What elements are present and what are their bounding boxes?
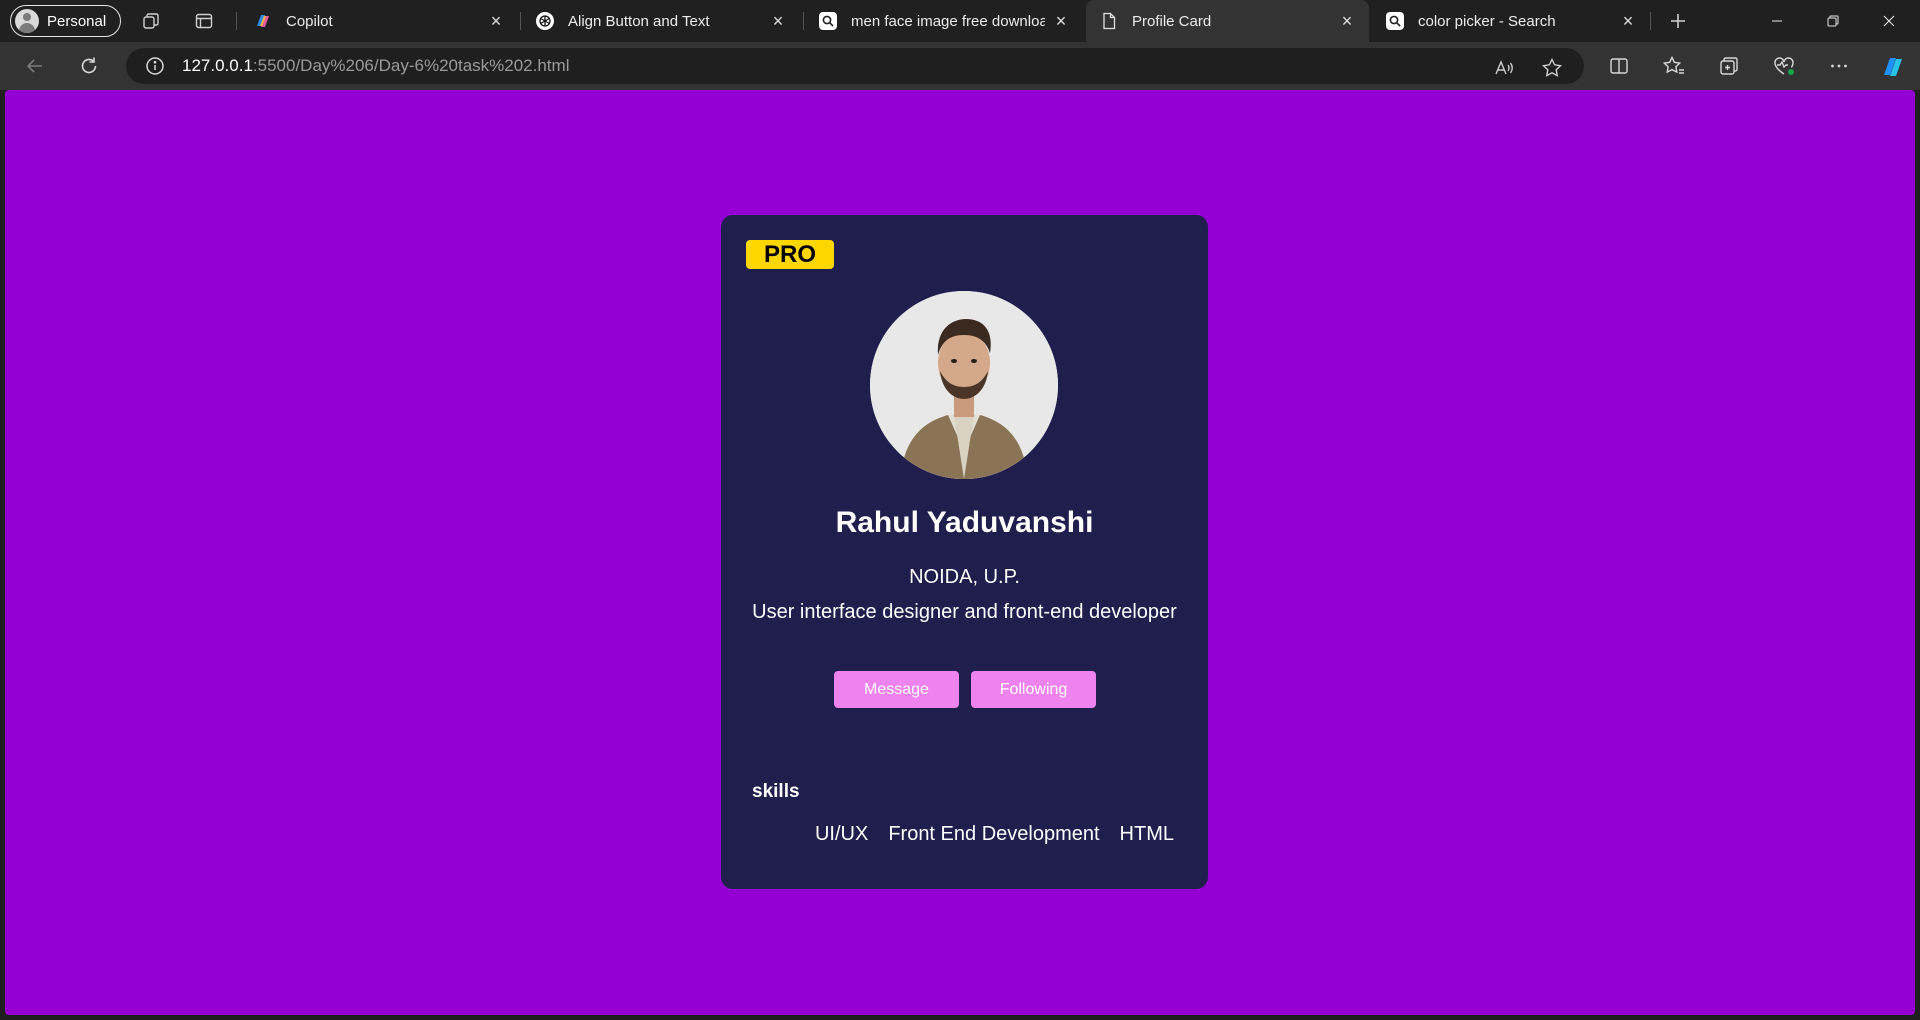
page-icon <box>1100 12 1118 30</box>
tab-separator <box>236 12 237 30</box>
tab-title: Profile Card <box>1132 12 1212 30</box>
profile-name: Rahul Yaduvanshi <box>835 506 1094 539</box>
minimize-icon[interactable] <box>1749 0 1804 42</box>
tab-separator <box>520 12 521 30</box>
copilot-icon <box>254 12 272 30</box>
profile-bio: User interface designer and front-end de… <box>752 601 1177 623</box>
read-aloud-icon[interactable] <box>1492 56 1516 80</box>
tab-title: Copilot <box>286 12 333 30</box>
profile-avatar-icon <box>15 9 39 33</box>
profile-card: PRO Rahul Yaduvanshi NOIDA, U.P. User in… <box>721 215 1208 889</box>
close-tab-icon[interactable]: × <box>1339 12 1355 30</box>
url-text[interactable]: 127.0.0.1:5500/Day%206/Day-6%20task%202.… <box>182 56 569 76</box>
tab-title: Align Button and Text <box>568 12 710 30</box>
page-viewport: PRO Rahul Yaduvanshi NOIDA, U.P. User in… <box>5 90 1915 1015</box>
close-window-icon[interactable] <box>1861 0 1916 42</box>
tab-actions-icon[interactable] <box>193 10 215 32</box>
chatgpt-icon <box>536 12 554 30</box>
browser-essentials-icon[interactable] <box>1771 53 1797 79</box>
close-tab-icon[interactable]: × <box>1053 12 1069 30</box>
tab-men-face-image[interactable]: men face image free download × <box>805 0 1083 42</box>
message-button[interactable]: Message <box>834 671 959 708</box>
tab-title: men face image free download <box>851 12 1045 30</box>
bing-search-icon <box>1386 12 1404 30</box>
address-bar[interactable]: 127.0.0.1:5500/Day%206/Day-6%20task%202.… <box>126 48 1584 84</box>
bing-search-icon <box>819 12 837 30</box>
split-screen-icon[interactable] <box>1606 53 1632 79</box>
tab-strip: Personal Copilot × Align Button and Text… <box>0 0 1920 42</box>
favorites-icon[interactable] <box>1661 53 1687 79</box>
pro-badge: PRO <box>746 240 834 269</box>
back-arrow-icon[interactable] <box>21 52 49 80</box>
tab-color-picker-search[interactable]: color picker - Search × <box>1372 0 1650 42</box>
workspaces-icon[interactable] <box>140 10 162 32</box>
skills-list: UI/UX Front End Development HTML <box>815 823 1174 846</box>
close-tab-icon[interactable]: × <box>770 12 786 30</box>
skill-item: Front End Development <box>888 823 1100 845</box>
url-path: :5500/Day%206/Day-6%20task%202.html <box>252 56 570 75</box>
tab-copilot[interactable]: Copilot × <box>240 0 518 42</box>
favorite-star-icon[interactable] <box>1540 56 1564 80</box>
skill-item: UI/UX <box>814 823 869 845</box>
copilot-sidebar-icon[interactable] <box>1878 52 1908 82</box>
site-info-icon[interactable] <box>144 55 166 77</box>
profile-label: Personal <box>47 12 107 30</box>
refresh-icon[interactable] <box>75 52 103 80</box>
close-tab-icon[interactable]: × <box>1620 12 1636 30</box>
address-toolbar: 127.0.0.1:5500/Day%206/Day-6%20task%202.… <box>0 42 1920 90</box>
new-tab-icon[interactable] <box>1666 9 1690 33</box>
profile-location: NOIDA, U.P. <box>909 566 1020 588</box>
tab-align-button-and-text[interactable]: Align Button and Text × <box>522 0 800 42</box>
collections-icon[interactable] <box>1716 53 1742 79</box>
profile-button[interactable]: Personal <box>10 5 122 37</box>
restore-icon[interactable] <box>1805 0 1860 42</box>
more-options-icon[interactable] <box>1826 53 1852 79</box>
following-button[interactable]: Following <box>971 671 1096 708</box>
profile-photo <box>870 291 1058 479</box>
tab-profile-card[interactable]: Profile Card × <box>1086 0 1369 42</box>
tab-separator <box>1650 12 1651 30</box>
skill-item: HTML <box>1119 823 1174 845</box>
skills-heading: skills <box>752 781 800 802</box>
url-host: 127.0.0.1 <box>182 56 253 75</box>
tab-title: color picker - Search <box>1418 12 1556 30</box>
close-tab-icon[interactable]: × <box>488 12 504 30</box>
tab-separator <box>803 12 804 30</box>
